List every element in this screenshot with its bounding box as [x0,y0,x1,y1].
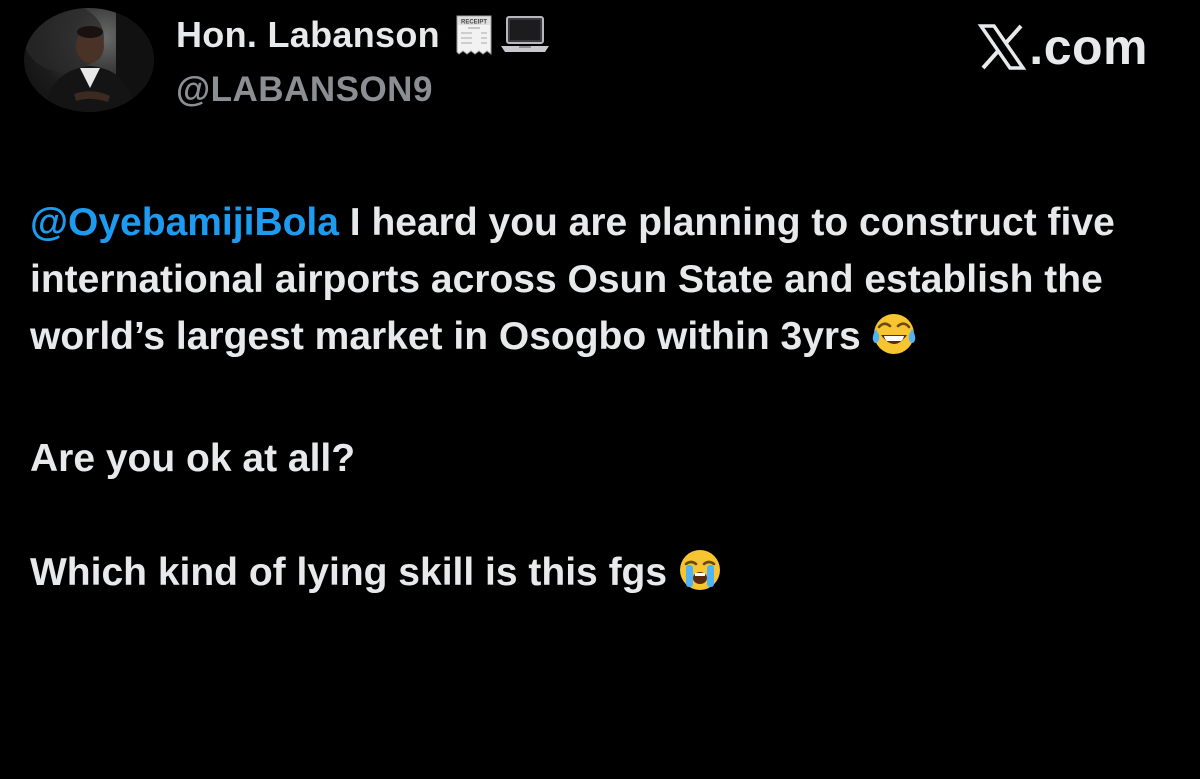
loudly-crying-face-icon [677,547,723,609]
tweet-paragraph: @OyebamijiBola I heard you are planning … [30,194,1180,373]
brand-domain-text: .com [1029,19,1148,75]
mention-link[interactable]: @OyebamijiBola [30,201,339,244]
face-with-tears-of-joy-icon [871,311,917,373]
x-logo-icon [977,24,1027,70]
tweet-text: @OyebamijiBola I heard you are planning … [30,194,1180,609]
paragraph-text: Which kind of lying skill is this fgs [30,551,668,594]
avatar[interactable] [24,8,154,112]
display-name[interactable]: Hon. Labanson [176,14,440,56]
user-handle[interactable]: @LABANSON9 [176,70,550,110]
avatar-photo [24,8,154,112]
tweet-paragraph: Which kind of lying skill is this fgs [30,544,1180,609]
name-badges: RECEIPT [454,14,550,56]
receipt-emoji-icon: RECEIPT [456,15,492,55]
laptop-emoji-icon [500,16,549,52]
author-block: Hon. Labanson RECEIPT @LABANSON9 [176,14,550,118]
tweet-paragraph: Are you ok at all? [30,437,356,480]
receipt-label: RECEIPT [461,20,487,26]
x-com-brand: .com [977,18,1148,76]
